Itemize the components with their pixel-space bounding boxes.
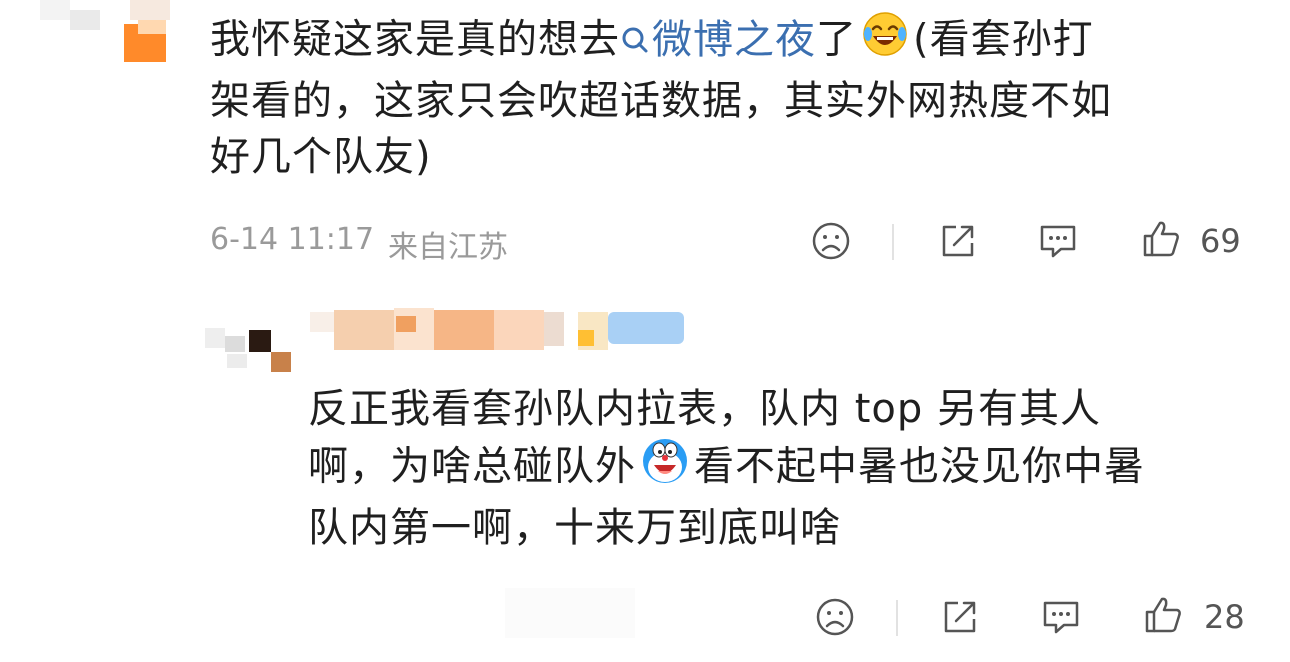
topic-label: 微博之夜 [652, 16, 816, 63]
reply-text-line2-start: 啊，为啥总碰队外 [308, 443, 636, 490]
comment-text-line3: 好几个队友) [210, 134, 432, 180]
comment-location: 来自江苏 [388, 230, 508, 265]
comment-text-line2: 架看的，这家只会吹超话数据，其实外网热度不如 [210, 78, 1112, 124]
avatar-top-blurred[interactable] [40, 0, 170, 64]
blurred-watermark [505, 588, 635, 638]
reply-avatar-blurred[interactable] [205, 318, 295, 380]
reply-frown-face-icon[interactable] [812, 594, 858, 640]
like-count: 69 [1200, 222, 1241, 260]
reply-text-line3: 队内第一啊，十来万到底叫啥 [308, 505, 841, 551]
reply-thumbs-up-icon[interactable] [1140, 592, 1186, 638]
comment-text: 我怀疑这家是真的想去 微博之夜了 (看套孙打 架看的，这家只会吹超话数据，其实外网… [210, 10, 1270, 185]
reply-comment-bubble-icon[interactable] [1038, 594, 1084, 640]
reply-text-line2-end: 看不起中暑也没见你中暑 [694, 443, 1145, 490]
reply-share-icon[interactable] [937, 594, 983, 640]
comment-bubble-icon[interactable] [1035, 218, 1081, 264]
comment-text-before-topic: 我怀疑这家是真的想去 [210, 16, 620, 63]
frown-face-icon[interactable] [808, 218, 854, 264]
laughing-tears-emoji [861, 10, 909, 73]
doraemon-emoji [640, 437, 690, 500]
topic-link[interactable]: 微博之夜 [620, 17, 816, 63]
reply-like-count: 28 [1204, 598, 1245, 636]
search-icon [620, 14, 650, 70]
reply-username-blurred[interactable] [310, 308, 690, 354]
comment-text-after-topic: 了 [816, 16, 857, 63]
reply-actions-divider [896, 600, 898, 636]
actions-divider [892, 224, 894, 260]
comment-date: 6-14 11:17 [210, 222, 375, 257]
thumbs-up-icon[interactable] [1138, 216, 1184, 262]
comment-text-line1-end: (看套孙打 [913, 16, 1094, 63]
share-icon[interactable] [935, 218, 981, 264]
reply-text-line1: 反正我看套孙队内拉表，队内 top 另有其人 [308, 386, 1101, 432]
reply-text: 反正我看套孙队内拉表，队内 top 另有其人 啊，为啥总碰队外 看不起中暑也没见… [308, 381, 1268, 556]
